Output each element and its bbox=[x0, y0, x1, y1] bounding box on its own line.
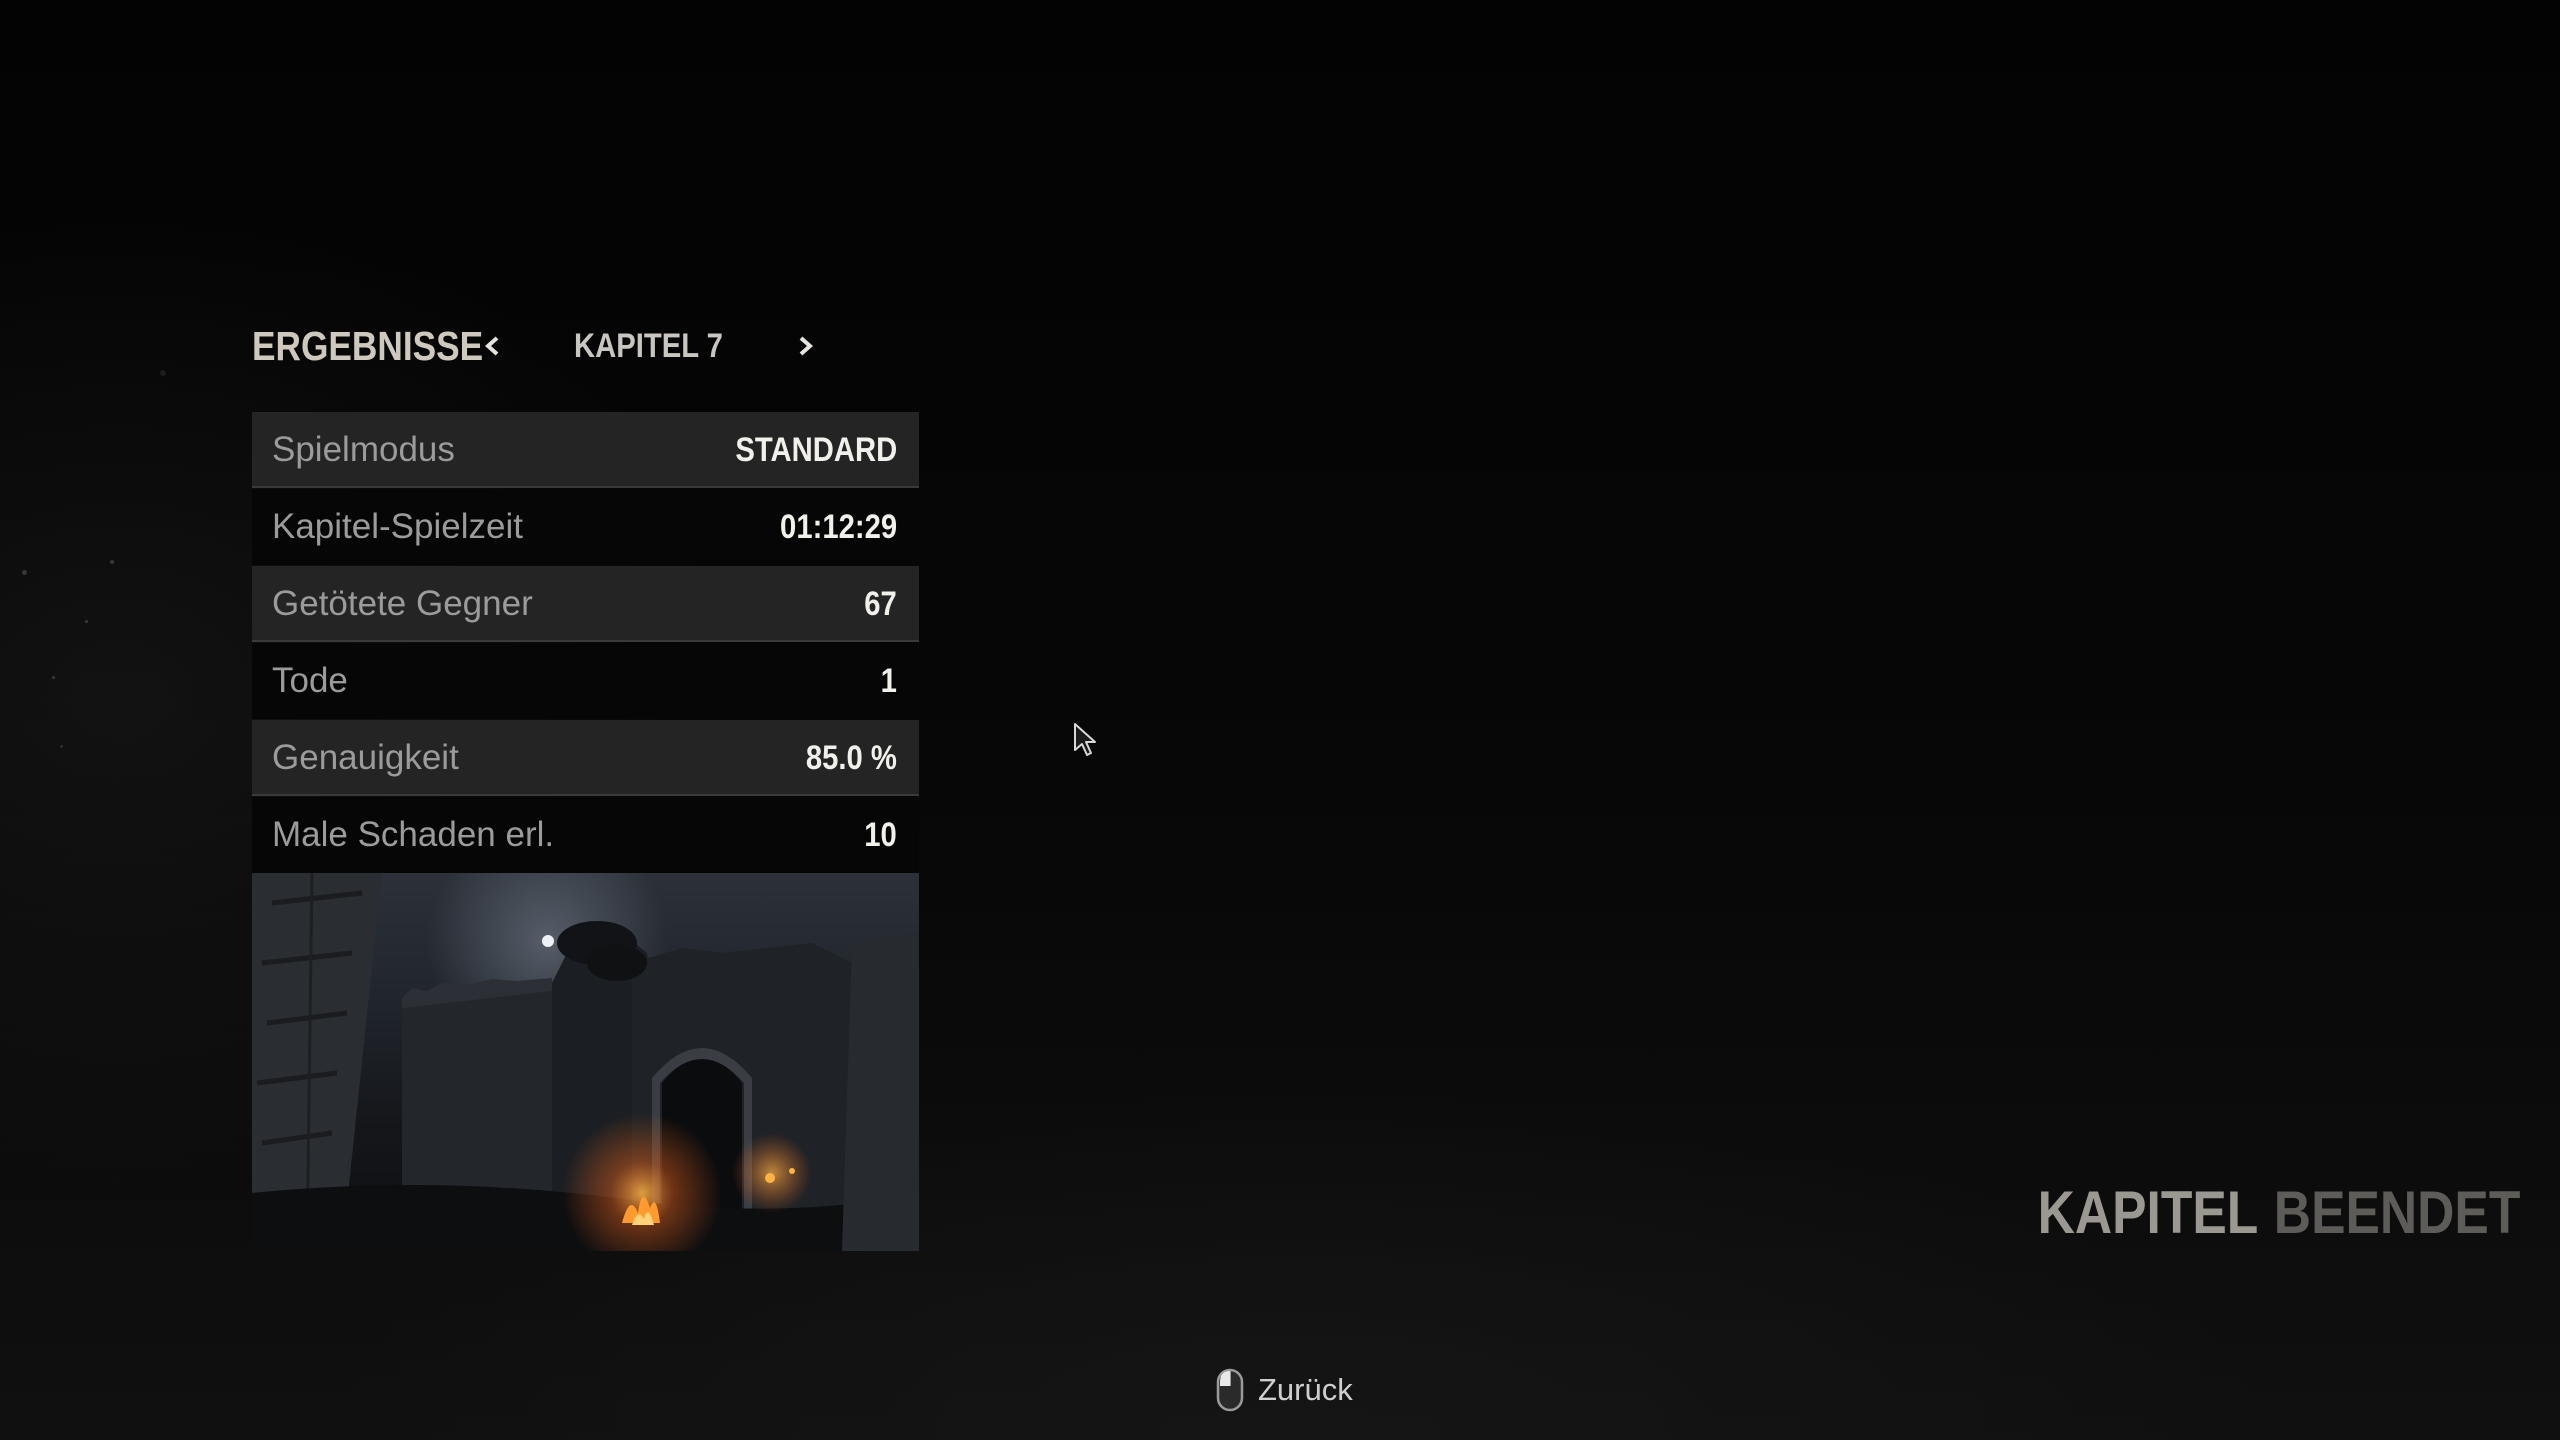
stat-row-damage-taken: Male Schaden erl. 10 bbox=[252, 797, 919, 873]
chapter-finished-label: KAPITEL BEENDET bbox=[2037, 1178, 2520, 1247]
back-label: Zurück bbox=[1258, 1372, 1353, 1407]
stat-row-game-mode: Spielmodus STANDARD bbox=[252, 412, 919, 488]
chapter-label: KAPITEL 7 bbox=[574, 327, 723, 365]
stat-label: Genauigkeit bbox=[272, 738, 459, 777]
mouse-cursor-icon bbox=[1074, 723, 1096, 756]
stat-row-chapter-time: Kapitel-Spielzeit 01:12:29 bbox=[252, 489, 919, 565]
stat-value: 1 bbox=[880, 661, 897, 700]
stat-label: Kapitel-Spielzeit bbox=[272, 507, 523, 546]
next-chapter-button[interactable] bbox=[792, 332, 820, 360]
stat-value: 85.0 % bbox=[805, 738, 897, 777]
stat-label: Male Schaden erl. bbox=[272, 815, 555, 854]
stat-row-enemies-killed: Getötete Gegner 67 bbox=[252, 566, 919, 642]
stat-value: 01:12:29 bbox=[779, 507, 897, 546]
stat-value: STANDARD bbox=[735, 430, 897, 469]
dust-speck bbox=[22, 570, 27, 575]
stat-label: Spielmodus bbox=[272, 430, 455, 469]
results-screen: ERGEBNISSE KAPITEL 7 Spielmodus STANDARD… bbox=[0, 0, 2560, 1440]
stats-table: Spielmodus STANDARD Kapitel-Spielzeit 01… bbox=[252, 412, 919, 874]
chevron-right-icon bbox=[799, 336, 814, 356]
back-button[interactable]: Zurück bbox=[1216, 1366, 1353, 1414]
chevron-left-icon bbox=[484, 336, 499, 356]
stat-value: 67 bbox=[864, 584, 897, 623]
chapter-finished-word2: BEENDET bbox=[2273, 1179, 2520, 1246]
dust-speck bbox=[110, 560, 114, 564]
dust-speck bbox=[60, 745, 63, 748]
dust-speck bbox=[85, 620, 88, 623]
stat-row-accuracy: Genauigkeit 85.0 % bbox=[252, 720, 919, 796]
chapter-finished-word1: KAPITEL bbox=[2037, 1179, 2258, 1246]
results-title: ERGEBNISSE bbox=[252, 323, 484, 369]
stat-label: Tode bbox=[272, 661, 348, 700]
previous-chapter-button[interactable] bbox=[478, 332, 506, 360]
stat-value: 10 bbox=[864, 815, 897, 854]
stat-row-deaths: Tode 1 bbox=[252, 643, 919, 719]
dust-speck bbox=[160, 370, 166, 376]
mouse-icon bbox=[1216, 1368, 1244, 1412]
chapter-image bbox=[252, 873, 919, 1251]
dust-speck bbox=[52, 676, 55, 679]
results-header: ERGEBNISSE KAPITEL 7 bbox=[252, 318, 892, 374]
stat-label: Getötete Gegner bbox=[272, 584, 533, 623]
